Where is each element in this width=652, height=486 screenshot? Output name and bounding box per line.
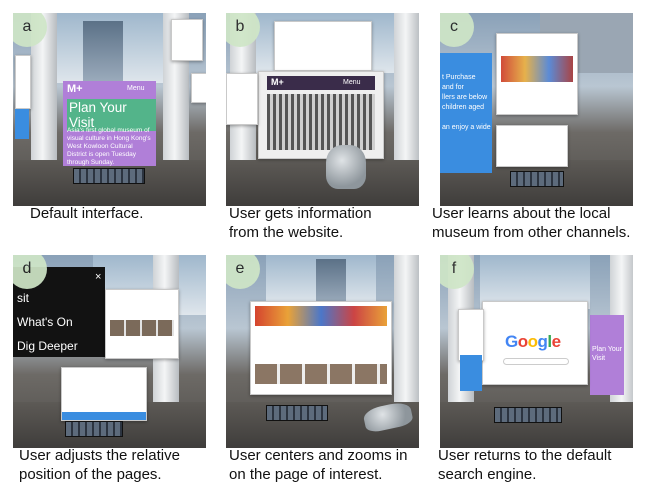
side-card (15, 109, 29, 139)
pillar (394, 255, 419, 418)
video-thumbnails (255, 364, 387, 384)
floor (226, 160, 419, 206)
page-body: Asia's first global museum of visual cul… (67, 127, 151, 166)
building (83, 21, 123, 81)
virtual-keyboard[interactable] (510, 171, 564, 187)
menu-item[interactable]: sit (17, 291, 29, 305)
caption-e: User centers and zooms in on the page of… (229, 447, 408, 483)
panel-d: sit What's On Dig Deeper × d (13, 255, 206, 448)
side-page (171, 19, 203, 61)
panel-badge: e (226, 255, 260, 289)
close-icon[interactable]: × (95, 271, 101, 283)
vr-controller (326, 145, 366, 189)
caption-c: User learns about the local museum from … (432, 205, 631, 241)
virtual-keyboard[interactable] (266, 405, 328, 421)
article-page (61, 367, 147, 421)
panel-e: e (226, 255, 419, 448)
menu-label[interactable]: Menu (127, 85, 145, 92)
caption-f: User returns to the default search engin… (438, 447, 612, 483)
menu-item[interactable]: Dig Deeper (17, 339, 78, 353)
logo: M+ (271, 77, 284, 87)
social-page[interactable] (496, 33, 578, 115)
search-page (496, 125, 568, 167)
panel-a: M+ Menu Plan Your Visit Asia's first glo… (13, 13, 206, 206)
banner-image (255, 306, 387, 326)
side-page (458, 309, 484, 361)
building (316, 259, 346, 303)
video-thumbnails (110, 320, 174, 336)
figure-grid: M+ Menu Plan Your Visit Asia's first glo… (0, 0, 652, 486)
side-page (226, 73, 258, 125)
side-card-text: Plan Your Visit (592, 346, 622, 362)
plan-visit-card[interactable]: M+ Menu Plan Your Visit Asia's first glo… (63, 81, 156, 166)
panel-c: t Purchase and for llers are below child… (440, 13, 633, 206)
museum-page[interactable]: M+ Menu (258, 71, 384, 159)
panel-f: Plan Your Visit Google f (440, 255, 633, 448)
virtual-keyboard[interactable] (73, 168, 145, 184)
image-strip (501, 56, 573, 82)
menu-item[interactable]: What's On (17, 315, 73, 329)
google-logo: Google (505, 332, 561, 351)
side-card (460, 355, 482, 391)
panel-b: M+ Menu b (226, 13, 419, 206)
caption-d: User adjusts the relative position of th… (19, 447, 180, 483)
logo: M+ (67, 83, 83, 95)
side-card: Plan Your Visit (590, 315, 624, 395)
browser-page (274, 21, 372, 71)
virtual-keyboard[interactable] (494, 407, 562, 423)
menu-label[interactable]: Menu (343, 79, 361, 86)
video-page[interactable] (105, 289, 179, 359)
caption-a: Default interface. (30, 205, 144, 222)
pillar (394, 13, 419, 176)
info-text: t Purchase and for llers are below child… (442, 74, 491, 131)
virtual-keyboard[interactable] (65, 421, 123, 437)
gallery-image (267, 94, 375, 150)
side-page (15, 55, 31, 109)
search-input[interactable] (503, 358, 569, 365)
page-footer (62, 412, 146, 420)
info-card[interactable]: t Purchase and for llers are below child… (440, 53, 492, 173)
side-page (191, 73, 206, 103)
panel-badge: c (440, 13, 474, 47)
zoomed-page[interactable] (250, 301, 392, 395)
google-page[interactable]: Google (482, 301, 588, 385)
caption-b: User gets information from the website. (229, 205, 372, 241)
